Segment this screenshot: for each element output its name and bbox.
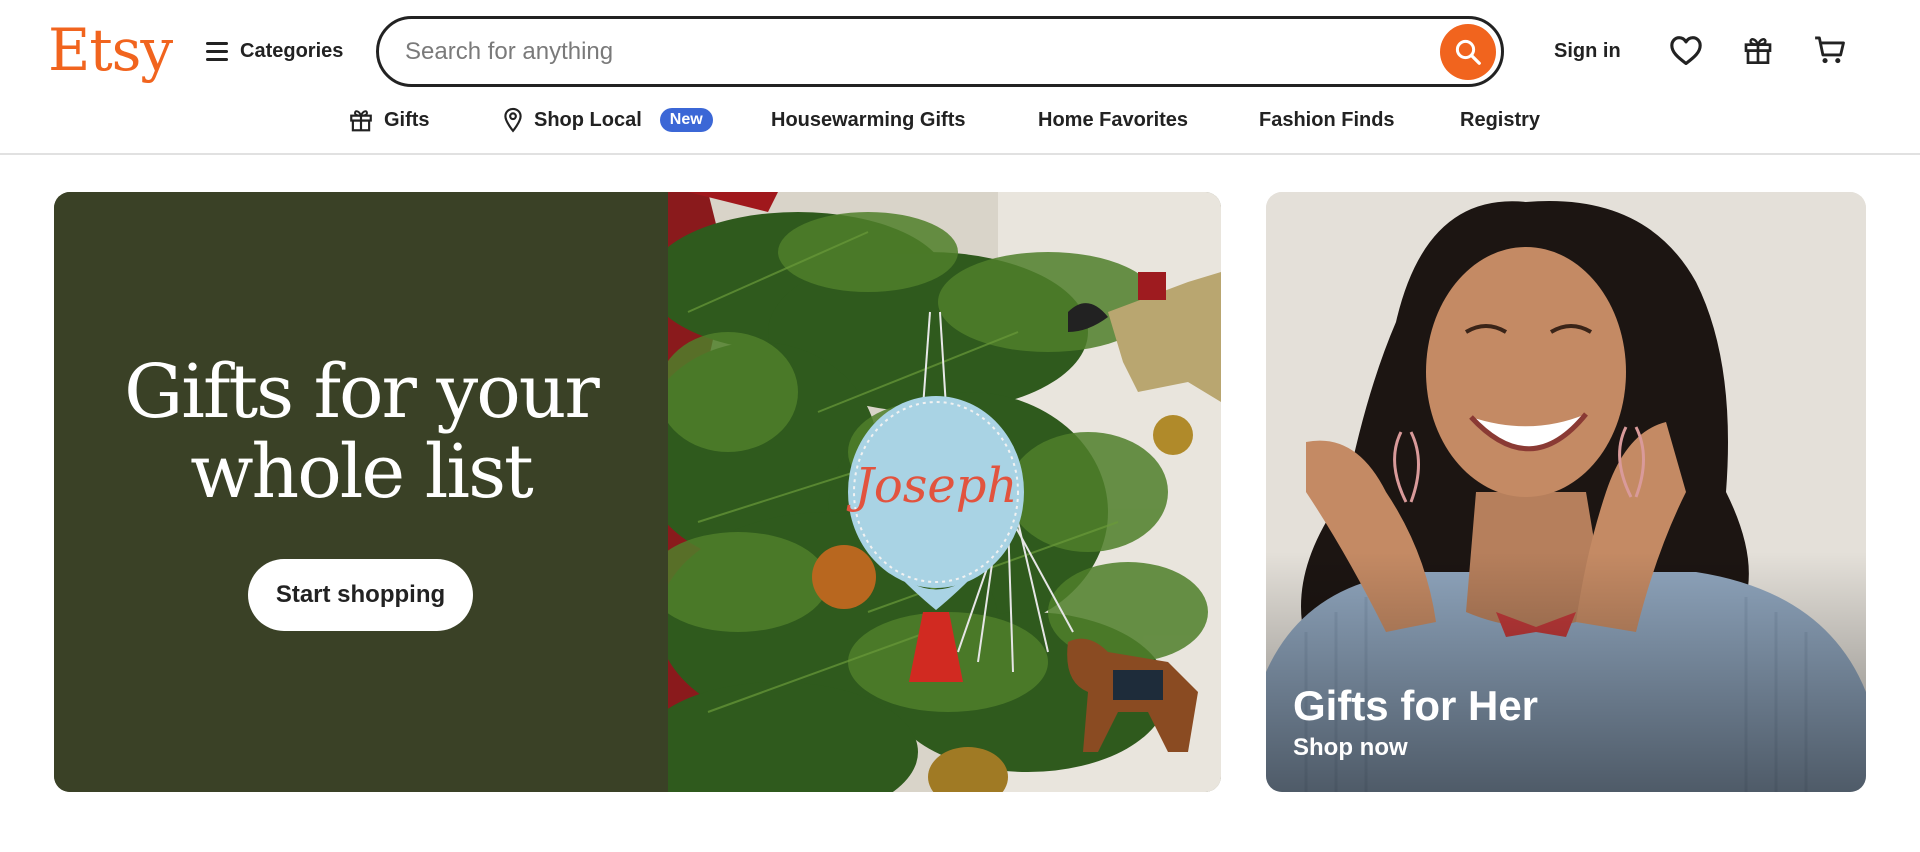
search-input[interactable]	[405, 19, 1405, 84]
christmas-ornament-photo: Joseph	[668, 192, 1221, 792]
hamburger-menu-icon	[206, 41, 228, 61]
search-bar	[376, 16, 1504, 87]
shopping-cart-icon	[1815, 36, 1845, 64]
hero-title-line1: Gifts for your	[124, 349, 600, 435]
search-icon	[1455, 39, 1481, 65]
nav-item-housewarming-gifts[interactable]: Housewarming Gifts	[771, 100, 965, 140]
etsy-logo[interactable]: Etsy	[48, 12, 173, 88]
ornament-name-text: Joseph	[846, 458, 1018, 514]
nav-label: Gifts	[384, 108, 430, 131]
hero-banner: Gifts for your whole list Start shopping	[54, 192, 1221, 792]
categories-menu-button[interactable]: Categories	[206, 30, 343, 72]
heart-icon	[1670, 36, 1702, 66]
main-nav: Gifts Shop Local New Housewarming Gifts …	[0, 100, 1920, 140]
cart-button[interactable]	[1806, 26, 1854, 74]
favorites-button[interactable]	[1662, 26, 1710, 74]
gift-icon	[1744, 38, 1772, 64]
nav-item-registry[interactable]: Registry	[1460, 100, 1540, 140]
nav-item-shop-local[interactable]: Shop Local New	[502, 100, 713, 140]
nav-label: Housewarming Gifts	[771, 108, 966, 131]
hero-title-line2: whole list	[190, 429, 534, 515]
start-shopping-button[interactable]: Start shopping	[248, 559, 473, 631]
hero-title: Gifts for your whole list	[54, 352, 668, 512]
nav-label: Fashion Finds	[1259, 108, 1395, 131]
search-button[interactable]	[1440, 24, 1496, 80]
gift-icon	[350, 110, 372, 132]
nav-label: Home Favorites	[1038, 108, 1189, 131]
promo-title: Gifts for Her	[1293, 682, 1539, 729]
nav-label: Registry	[1460, 108, 1541, 131]
nav-item-gifts[interactable]: Gifts	[348, 100, 430, 140]
hero-text-panel: Gifts for your whole list Start shopping	[54, 192, 668, 792]
nav-item-home-favorites[interactable]: Home Favorites	[1038, 100, 1188, 140]
gifts-for-her-card[interactable]: Gifts for Her Shop now	[1266, 192, 1866, 792]
shop-now-link[interactable]: Shop now	[1293, 734, 1408, 762]
nav-label: Shop Local	[534, 108, 642, 131]
nav-item-fashion-finds[interactable]: Fashion Finds	[1259, 100, 1395, 140]
site-header: Etsy Categories Sign in	[0, 0, 1920, 155]
location-pin-icon	[504, 107, 522, 133]
categories-label: Categories	[240, 39, 344, 62]
new-badge: New	[659, 108, 713, 132]
sign-in-link[interactable]: Sign in	[1540, 30, 1635, 72]
gift-mode-button[interactable]	[1734, 26, 1782, 74]
